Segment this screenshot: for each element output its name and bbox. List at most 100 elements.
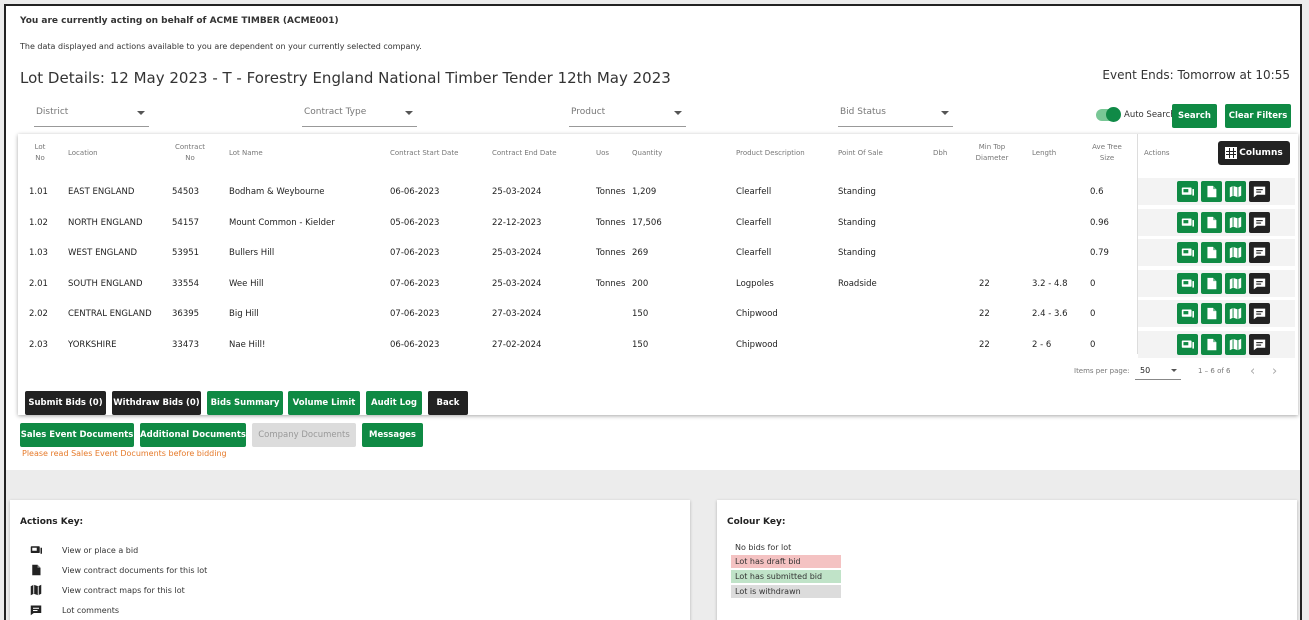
map-button[interactable] bbox=[1225, 242, 1246, 263]
search-button[interactable]: Search bbox=[1172, 104, 1217, 128]
swatch-withdrawn: Lot is withdrawn bbox=[731, 585, 841, 598]
audit-log-button[interactable]: Audit Log bbox=[366, 391, 422, 415]
contract-end-cell: 25-03-2024 bbox=[492, 248, 542, 258]
ave-tree-size-cell: 0.79 bbox=[1090, 248, 1109, 258]
header-dbh[interactable]: Dbh bbox=[933, 148, 947, 159]
header-uos[interactable]: Uos bbox=[596, 148, 609, 159]
comment-button[interactable] bbox=[1249, 242, 1270, 263]
product-cell: Clearfell bbox=[736, 217, 772, 228]
comment-button[interactable] bbox=[1249, 272, 1270, 294]
document-button[interactable] bbox=[1201, 181, 1222, 202]
header-lot-name[interactable]: Lot Name bbox=[229, 148, 263, 159]
header-point-of-sale[interactable]: Point Of Sale bbox=[838, 148, 883, 159]
product-filter-label: Product bbox=[571, 107, 606, 117]
header-length[interactable]: Length bbox=[1032, 148, 1056, 159]
volume-limit-button[interactable]: Volume Limit bbox=[288, 391, 360, 415]
map-icon bbox=[1229, 185, 1242, 198]
product-cell: Clearfell bbox=[736, 248, 772, 258]
chevron-down-icon bbox=[405, 111, 413, 115]
lot-details-panel: You are currently acting on behalf of AC… bbox=[6, 6, 1300, 470]
bids-summary-button[interactable]: Bids Summary bbox=[207, 391, 283, 415]
contract-end-cell: 25-03-2024 bbox=[492, 187, 542, 197]
clear-filters-button[interactable]: Clear Filters bbox=[1225, 104, 1291, 128]
district-filter[interactable]: District bbox=[34, 105, 149, 127]
header-lot-no[interactable]: Lot No bbox=[26, 142, 54, 164]
view-bid-button[interactable] bbox=[1177, 181, 1198, 202]
previous-page-icon[interactable]: ‹ bbox=[1250, 364, 1255, 379]
quantity-cell: 150 bbox=[632, 339, 649, 350]
view-bid-button[interactable] bbox=[1177, 272, 1198, 294]
lot-no-cell: 2.03 bbox=[29, 339, 48, 350]
uos-cell: Tonnes bbox=[596, 217, 626, 228]
withdraw-bids-button[interactable]: Withdraw Bids (0) bbox=[112, 391, 201, 415]
auto-search-toggle[interactable] bbox=[1096, 107, 1121, 122]
colour-key-title: Colour Key: bbox=[727, 517, 786, 527]
point-of-sale-cell: Roadside bbox=[838, 278, 877, 289]
lot-no-cell: 2.01 bbox=[29, 278, 48, 289]
document-button[interactable] bbox=[1201, 211, 1222, 233]
actions-key-title: Actions Key: bbox=[20, 517, 84, 527]
header-quantity[interactable]: Quantity bbox=[632, 148, 662, 159]
lot-no-cell: 1.03 bbox=[29, 248, 48, 258]
columns-button[interactable]: Columns bbox=[1218, 141, 1290, 165]
bid-status-filter[interactable]: Bid Status bbox=[838, 105, 953, 127]
contract-start-cell: 07-06-2023 bbox=[390, 248, 440, 258]
view-bid-button[interactable] bbox=[1177, 242, 1198, 263]
header-location[interactable]: Location bbox=[68, 148, 98, 159]
view-bid-button[interactable] bbox=[1177, 333, 1198, 355]
header-min-top-diameter[interactable]: Min Top Diameter bbox=[972, 142, 1012, 164]
comment-button[interactable] bbox=[1249, 181, 1270, 202]
point-of-sale-cell: Standing bbox=[838, 248, 876, 258]
contract-type-filter[interactable]: Contract Type bbox=[302, 105, 417, 127]
point-of-sale-cell: Standing bbox=[838, 187, 876, 197]
header-product-description[interactable]: Product Description bbox=[736, 148, 805, 159]
comment-button[interactable] bbox=[1249, 211, 1270, 233]
view-bid-button[interactable] bbox=[1177, 211, 1198, 233]
header-ave-tree-size[interactable]: Ave Tree Size bbox=[1090, 142, 1124, 164]
additional-documents-button[interactable]: Additional Documents bbox=[140, 423, 246, 447]
document-button[interactable] bbox=[1201, 272, 1222, 294]
header-contract-start[interactable]: Contract Start Date bbox=[390, 148, 458, 159]
document-icon bbox=[1207, 338, 1217, 350]
lot-name-cell: Bullers Hill bbox=[229, 248, 275, 258]
header-contract-end[interactable]: Contract End Date bbox=[492, 148, 557, 159]
bidding-warning: Please read Sales Event Documents before… bbox=[22, 449, 227, 458]
location-cell: EAST ENGLAND bbox=[68, 187, 135, 197]
messages-button[interactable]: Messages bbox=[362, 423, 423, 447]
ave-tree-size-cell: 0 bbox=[1090, 278, 1096, 289]
map-button[interactable] bbox=[1225, 272, 1246, 294]
items-per-page-select[interactable]: 50 bbox=[1135, 364, 1181, 380]
view-bid-button[interactable] bbox=[1177, 303, 1198, 324]
document-button[interactable] bbox=[1201, 303, 1222, 324]
ave-tree-size-cell: 0.6 bbox=[1090, 187, 1104, 197]
back-button[interactable]: Back bbox=[428, 391, 468, 415]
location-cell: SOUTH ENGLAND bbox=[68, 278, 143, 289]
map-icon bbox=[30, 584, 42, 596]
document-button[interactable] bbox=[1201, 333, 1222, 355]
view-bid-icon bbox=[1181, 217, 1194, 227]
comment-button[interactable] bbox=[1249, 333, 1270, 355]
document-button[interactable] bbox=[1201, 242, 1222, 263]
comment-button[interactable] bbox=[1249, 303, 1270, 324]
chevron-down-icon bbox=[674, 111, 682, 115]
map-button[interactable] bbox=[1225, 303, 1246, 324]
ave-tree-size-cell: 0.96 bbox=[1090, 217, 1109, 228]
length-cell: 2.4 - 3.6 bbox=[1032, 309, 1068, 319]
map-button[interactable] bbox=[1225, 181, 1246, 202]
submit-bids-button[interactable]: Submit Bids (0) bbox=[25, 391, 106, 415]
product-cell: Clearfell bbox=[736, 187, 772, 197]
header-contract-no[interactable]: Contract No bbox=[172, 142, 208, 164]
quantity-cell: 269 bbox=[632, 248, 649, 258]
map-button[interactable] bbox=[1225, 211, 1246, 233]
product-filter[interactable]: Product bbox=[569, 105, 686, 127]
colour-key-card: Colour Key: No bids for lot Lot has draf… bbox=[717, 500, 1297, 620]
sales-event-documents-button[interactable]: Sales Event Documents bbox=[20, 423, 134, 447]
contract-no-cell: 53951 bbox=[172, 248, 200, 258]
map-button[interactable] bbox=[1225, 333, 1246, 355]
company-documents-button[interactable]: Company Documents bbox=[252, 423, 356, 447]
view-bid-icon bbox=[1181, 187, 1194, 196]
document-icon bbox=[1207, 277, 1217, 289]
key-row-comments: Lot comments bbox=[30, 604, 119, 616]
swatch-submitted-bid: Lot has submitted bid bbox=[731, 570, 841, 583]
next-page-icon[interactable]: › bbox=[1272, 364, 1277, 379]
